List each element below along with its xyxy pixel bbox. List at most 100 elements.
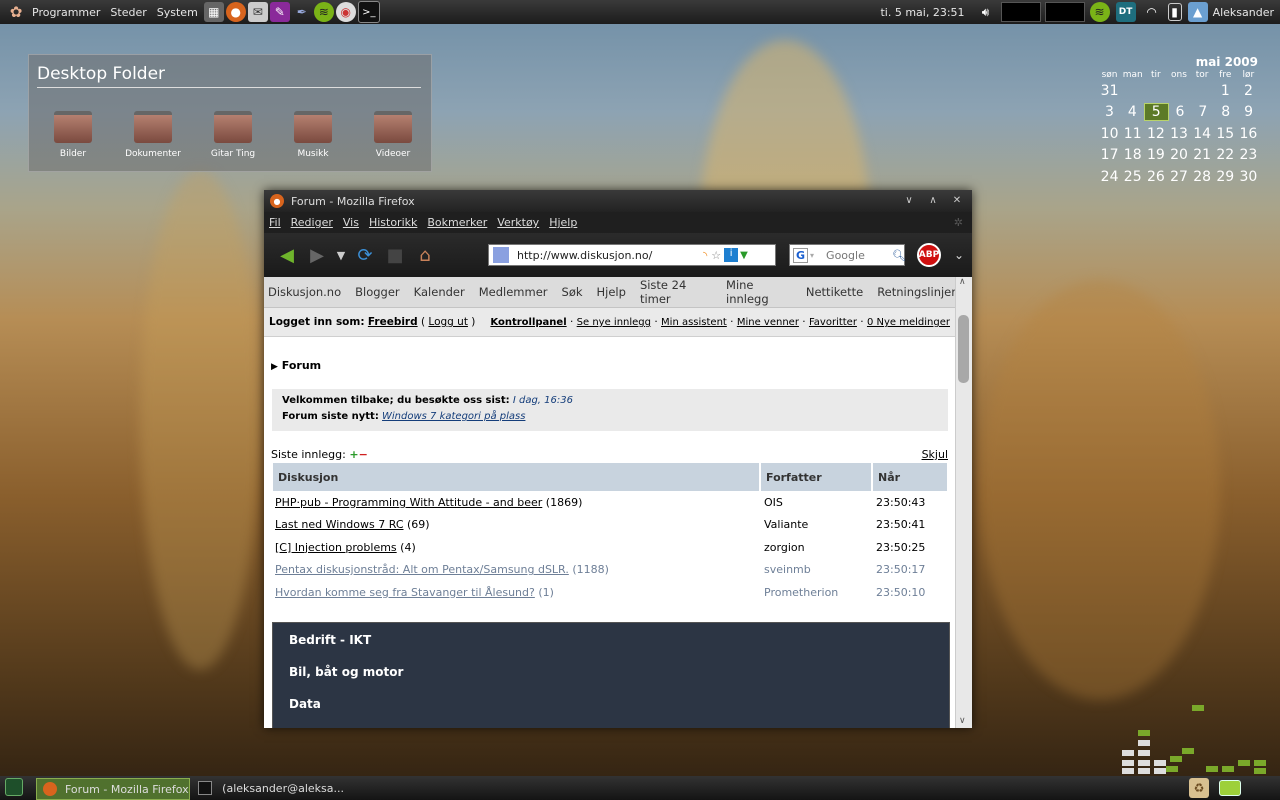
scroll-up-icon[interactable]: ∧ [959,277,966,287]
folder-videoer[interactable]: Videoer [357,111,429,159]
rss-icon[interactable]: ◝ [703,249,707,262]
calendar-day[interactable]: 21 [1191,147,1214,163]
forward-button[interactable]: ▶ [302,240,332,270]
clock[interactable]: ti. 5 mai, 23:51 [880,6,964,19]
menu-historikk[interactable]: Historikk [364,216,422,229]
username-link[interactable]: Freebird [368,316,418,328]
menu-steder[interactable]: Steder [105,6,151,19]
dropdown-icon[interactable]: ▼ [740,250,748,261]
mail-icon[interactable]: ✉ [247,2,268,22]
news-link[interactable]: Windows 7 kategori på plass [382,411,525,422]
task-firefox[interactable]: Forum - Mozilla Firefox [36,778,190,800]
menu-bokmerker[interactable]: Bokmerker [422,216,492,229]
search-engine-dropdown-icon[interactable]: ▾ [810,251,814,260]
category-data[interactable]: Data [289,697,321,711]
link-mine-venner[interactable]: Mine venner [737,317,799,328]
nav-kalender[interactable]: Kalender [414,285,465,299]
post-link[interactable]: PHP·pub - Programming With Attitude - an… [275,496,542,509]
calendar-day[interactable]: 24 [1098,169,1121,185]
menu-vis[interactable]: Vis [338,216,364,229]
calendar-day[interactable]: 19 [1144,147,1167,163]
menu-system[interactable]: System [152,6,203,19]
calendar-day[interactable]: 27 [1167,169,1190,185]
calendar-day[interactable]: 14 [1191,126,1214,142]
calendar-day[interactable]: 29 [1214,169,1237,185]
calendar-day[interactable]: 11 [1121,126,1144,142]
username[interactable]: Aleksander [1213,6,1274,19]
window-titlebar[interactable]: ● Forum - Mozilla Firefox ∨ ∧ ✕ [264,190,972,212]
minimize-button[interactable]: ∨ [900,192,918,210]
calendar-day[interactable]: 8 [1214,104,1237,120]
calendar-day[interactable]: 22 [1214,147,1237,163]
calendar-day[interactable]: 17 [1098,147,1121,163]
post-link[interactable]: [C] Injection problems [275,541,397,554]
spotify-tray-icon[interactable]: ≋ [1089,2,1110,22]
calendar-day[interactable]: 1 [1214,83,1237,99]
battery-icon[interactable]: ▮ [1167,3,1182,21]
user-avatar-icon[interactable]: ▲ [1187,2,1208,22]
graphics-app-icon[interactable]: ✎ [269,2,290,22]
menu-verktoy[interactable]: Verktøy [492,216,544,229]
home-button[interactable]: ⌂ [410,240,440,270]
history-dropdown-icon[interactable]: ▼ [332,240,350,270]
calendar-day[interactable]: 2 [1237,83,1260,99]
nav-retningslinjer[interactable]: Retningslinjer [877,285,956,299]
post-link[interactable]: Hvordan komme seg fra Stavanger til Åles… [275,586,535,599]
nav-medlemmer[interactable]: Medlemmer [479,285,548,299]
nav-blogger[interactable]: Blogger [355,285,400,299]
link-nye-meldinger[interactable]: 0 Nye meldinger [867,317,950,328]
google-icon[interactable]: G [793,247,809,263]
task-terminal[interactable]: (aleksander@aleksa... [194,778,344,798]
wifi-icon[interactable]: ◠ [1142,2,1162,22]
link-favoritter[interactable]: Favoritter [809,317,857,328]
page-scrollbar[interactable]: ∧ ∨ [955,277,972,728]
hide-link[interactable]: Skjul [922,448,948,461]
close-button[interactable]: ✕ [948,192,966,210]
menu-hjelp[interactable]: Hjelp [544,216,582,229]
expand-plus-icon[interactable]: + [349,448,358,461]
reload-button[interactable]: ⟳ [350,240,380,270]
search-icon[interactable]: 🔍︎ [892,249,906,262]
nav-mine-innlegg[interactable]: Mine innlegg [726,278,792,306]
calendar-day[interactable]: 10 [1098,126,1121,142]
post-link[interactable]: Pentax diskusjonstråd: Alt om Pentax/Sam… [275,563,569,576]
search-input[interactable] [824,247,889,263]
folder-gitar-ting[interactable]: Gitar Ting [197,111,269,159]
post-link[interactable]: Last ned Windows 7 RC [275,518,404,531]
category-bil-bat-motor[interactable]: Bil, båt og motor [289,665,403,679]
menu-fil[interactable]: Fil [264,216,286,229]
logout-link[interactable]: Logg ut [428,316,468,328]
menu-programmer[interactable]: Programmer [27,6,105,19]
menu-rediger[interactable]: Rediger [286,216,338,229]
firefox-launcher-icon[interactable]: ● [225,2,246,22]
gnome-foot-icon[interactable]: ✿ [6,2,26,22]
calendar-day[interactable]: 26 [1144,169,1167,185]
toolbar-menu-chevron-icon[interactable]: ⌄ [944,240,974,270]
search-bar[interactable]: G ▾ 🔍︎ [789,244,906,266]
adblock-plus-button[interactable]: ABP [917,243,941,267]
calendar-day[interactable]: 23 [1237,147,1260,163]
pen-tool-icon[interactable]: ✒ [292,2,312,22]
maximize-button[interactable]: ∧ [924,192,942,210]
calendar-day[interactable]: 3 [1098,104,1121,120]
folder-dokumenter[interactable]: Dokumenter [117,111,189,159]
forum-breadcrumb[interactable]: ▶ Forum [271,359,321,372]
stop-button[interactable]: ■ [380,240,410,270]
spotify-icon[interactable]: ≋ [313,2,334,22]
category-bedrift-ikt[interactable]: Bedrift - IKT [289,633,371,647]
calendar-day[interactable]: 18 [1121,147,1144,163]
url-input[interactable] [515,247,699,263]
calendar-day[interactable]: 31 [1098,83,1121,99]
url-bar[interactable]: ◝ ☆ i ▼ [488,244,776,266]
calendar-today[interactable]: 5 [1143,103,1169,122]
nav-nettikette[interactable]: Nettikette [806,285,863,299]
calendar-day[interactable]: 30 [1237,169,1260,185]
info-icon[interactable]: i [724,248,739,262]
calendar-day[interactable]: 20 [1167,147,1190,163]
collapse-minus-icon[interactable]: − [359,448,368,461]
terminal-icon[interactable]: >_ [357,1,380,23]
scrollbar-thumb[interactable] [958,315,969,383]
cd-burner-icon[interactable]: ◉ [335,2,356,22]
link-se-nye-innlegg[interactable]: Se nye innlegg [577,317,651,328]
calculator-icon[interactable]: ▦ [203,2,224,22]
